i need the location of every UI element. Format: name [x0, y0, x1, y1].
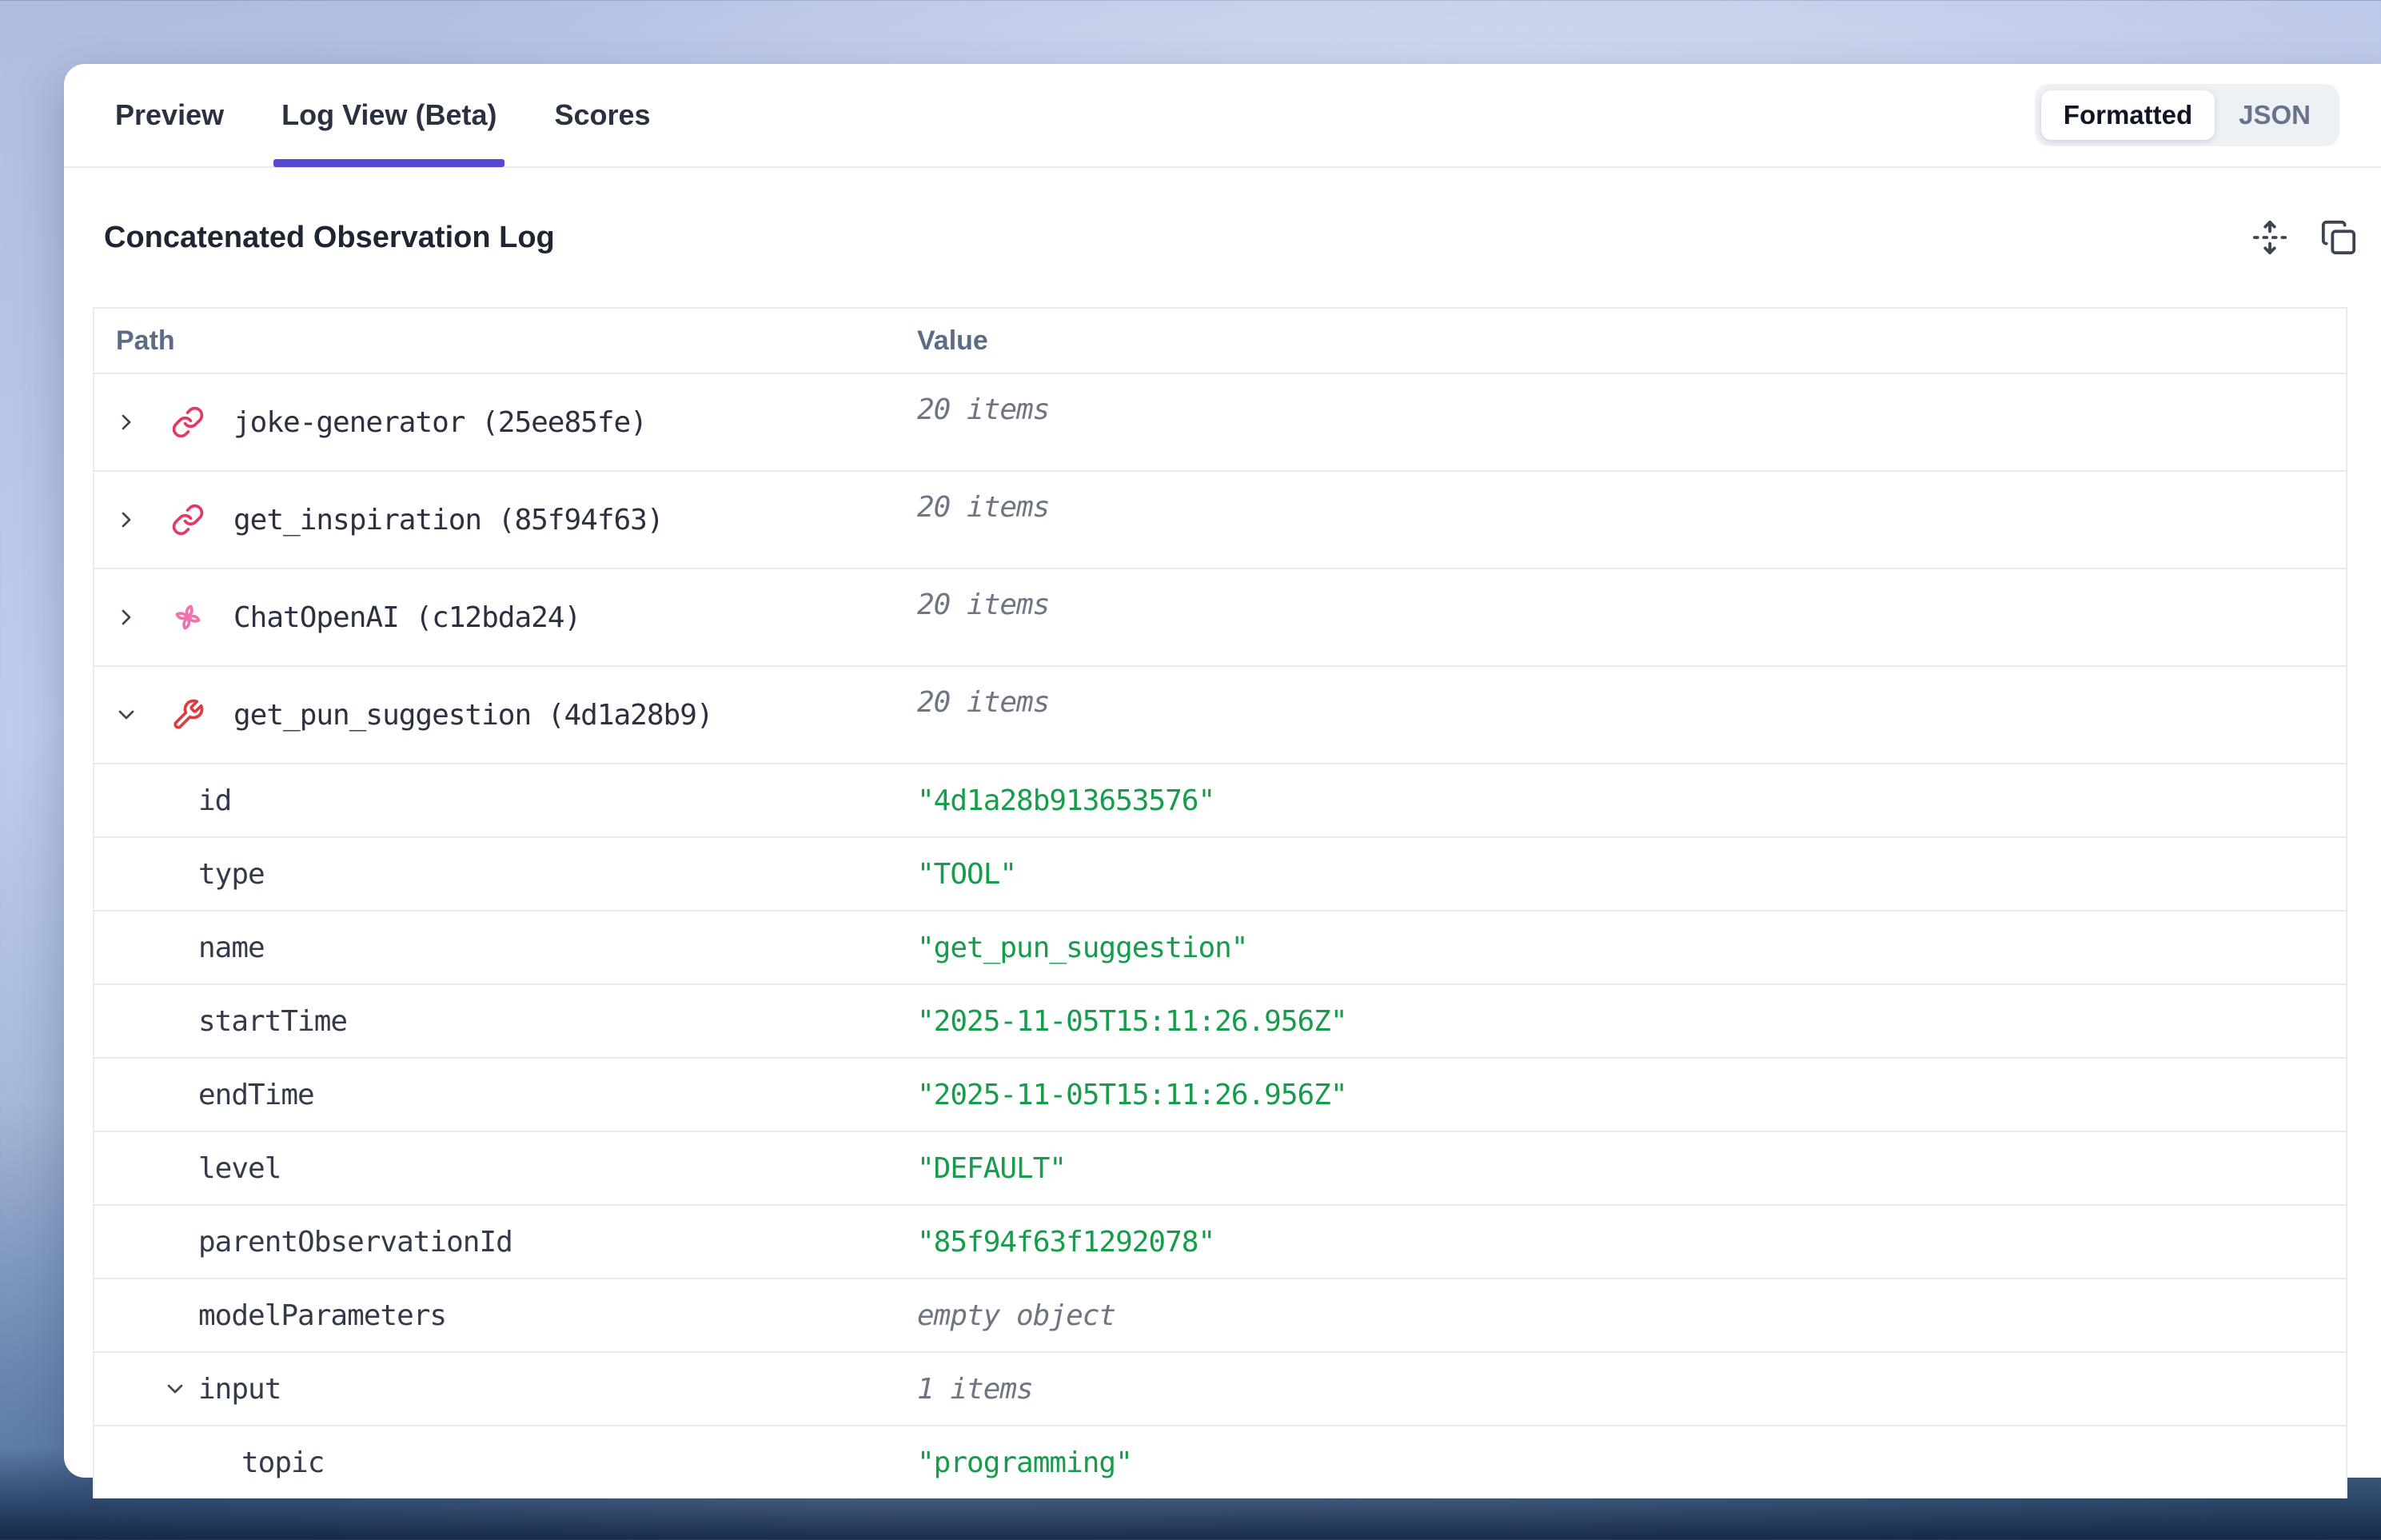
table-row[interactable]: joke-generator (25ee85fe) 20 items — [94, 374, 2346, 472]
key-label: modelParameters — [198, 1299, 446, 1332]
value-meta: 1 items — [917, 1373, 1033, 1406]
key-label: endTime — [198, 1079, 314, 1111]
tab-scores-label: Scores — [554, 98, 650, 132]
column-header-path: Path — [94, 309, 917, 373]
value-meta: 20 items — [917, 686, 1049, 719]
value-string: "2025-11-05T15:11:26.956Z" — [917, 1079, 1347, 1111]
value-string: "4d1a28b913653576" — [917, 784, 1214, 817]
key-label: level — [198, 1152, 281, 1185]
observation-label: get_pun_suggestion (4d1a28b9) — [233, 699, 713, 732]
toggle-json[interactable]: JSON — [2216, 90, 2333, 140]
tab-scores[interactable]: Scores — [548, 65, 656, 166]
key-label: input — [198, 1373, 281, 1406]
column-header-value: Value — [917, 309, 2346, 373]
chevron-right-icon[interactable] — [114, 409, 139, 435]
tab-active-underline — [273, 159, 505, 167]
value-string: "2025-11-05T15:11:26.956Z" — [917, 1005, 1347, 1038]
table-row[interactable]: level "DEFAULT" — [94, 1132, 2346, 1206]
toggle-formatted[interactable]: Formatted — [2041, 90, 2215, 140]
log-view-card: Preview Log View (Beta) Scores Formatted… — [64, 64, 2381, 1478]
chevron-right-icon[interactable] — [114, 604, 139, 630]
table-header-row: Path Value — [94, 309, 2346, 374]
observation-label: joke-generator (25ee85fe) — [233, 406, 647, 439]
value-string: "85f94f63f1292078" — [917, 1226, 1214, 1259]
value-string: "programming" — [917, 1446, 1132, 1479]
table-row[interactable]: get_inspiration (85f94f63) 20 items — [94, 472, 2346, 569]
tab-log-view[interactable]: Log View (Beta) — [275, 65, 503, 166]
key-label: name — [198, 932, 265, 964]
value-meta: 20 items — [917, 491, 1049, 524]
table-row[interactable]: ChatOpenAI (c12bda24) 20 items — [94, 569, 2346, 667]
chevron-down-icon[interactable] — [162, 1376, 188, 1402]
key-label: id — [198, 784, 231, 817]
table-row[interactable]: id "4d1a28b913653576" — [94, 764, 2346, 838]
table-row[interactable]: parentObservationId "85f94f63f1292078" — [94, 1206, 2346, 1279]
value-string: "DEFAULT" — [917, 1152, 1066, 1185]
tab-preview[interactable]: Preview — [109, 65, 230, 166]
observation-label: ChatOpenAI (c12bda24) — [233, 601, 580, 634]
link-icon — [171, 503, 205, 537]
value-meta: 20 items — [917, 588, 1049, 621]
copy-icon[interactable] — [2320, 219, 2357, 256]
table-row[interactable]: endTime "2025-11-05T15:11:26.956Z" — [94, 1059, 2346, 1132]
observation-log-table: Path Value joke-generator (25ee85fe) 20 … — [93, 307, 2347, 1498]
value-string: "TOOL" — [917, 858, 1016, 891]
tab-log-view-label: Log View (Beta) — [281, 98, 497, 132]
value-string: "get_pun_suggestion" — [917, 932, 1247, 964]
view-mode-toggle: Formatted JSON — [2035, 84, 2339, 146]
table-row[interactable]: startTime "2025-11-05T15:11:26.956Z" — [94, 985, 2346, 1059]
table-row[interactable]: type "TOOL" — [94, 838, 2346, 912]
table-row[interactable]: modelParameters empty object — [94, 1279, 2346, 1353]
page-title: Concatenated Observation Log — [104, 221, 555, 255]
tab-bar: Preview Log View (Beta) Scores Formatted… — [64, 64, 2381, 168]
key-label: topic — [241, 1446, 324, 1479]
value-meta: empty object — [917, 1299, 1115, 1332]
pinwheel-icon — [171, 600, 205, 634]
unfold-vertical-icon[interactable] — [2251, 219, 2288, 256]
link-icon — [171, 405, 205, 439]
observation-label: get_inspiration (85f94f63) — [233, 504, 664, 537]
value-meta: 20 items — [917, 393, 1049, 426]
table-row[interactable]: get_pun_suggestion (4d1a28b9) 20 items — [94, 667, 2346, 764]
chevron-down-icon[interactable] — [114, 702, 139, 728]
table-row[interactable]: input 1 items — [94, 1353, 2346, 1426]
chevron-right-icon[interactable] — [114, 507, 139, 533]
table-row[interactable]: topic "programming" — [94, 1426, 2346, 1498]
section-actions — [2251, 219, 2357, 256]
wrench-icon — [171, 698, 205, 732]
key-label: type — [198, 858, 265, 891]
key-label: startTime — [198, 1005, 347, 1038]
key-label: parentObservationId — [198, 1226, 512, 1259]
section-header: Concatenated Observation Log — [64, 168, 2381, 307]
tab-preview-label: Preview — [115, 98, 224, 132]
table-row[interactable]: name "get_pun_suggestion" — [94, 912, 2346, 985]
